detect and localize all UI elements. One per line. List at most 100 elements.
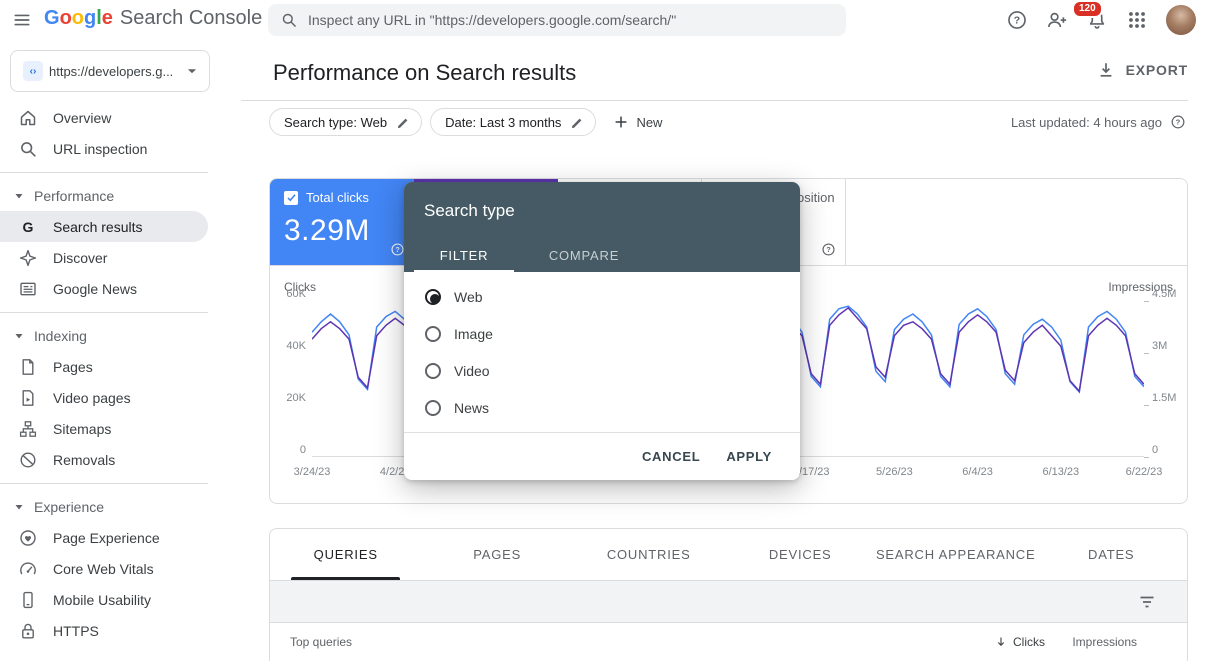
svg-text:G: G	[23, 218, 34, 234]
axis-tick-label: 3M	[1152, 339, 1188, 353]
property-icon: ‹›	[23, 61, 43, 81]
axis-tick-mark	[1144, 301, 1149, 302]
url-inspect-input[interactable]	[308, 12, 838, 28]
search-type-option-video[interactable]: Video	[404, 352, 800, 389]
apps-grid-icon	[1126, 9, 1148, 31]
search-type-option-web[interactable]: Web	[404, 278, 800, 315]
tab-countries[interactable]: COUNTRIES	[573, 529, 724, 580]
column-header-clicks[interactable]: Clicks	[994, 635, 1045, 649]
last-updated: Last updated: 4 hours ago ?	[1011, 114, 1186, 130]
hamburger-icon	[12, 10, 32, 30]
radio-unselected-icon[interactable]	[425, 363, 441, 379]
menu-button[interactable]	[8, 8, 36, 32]
person-add-icon	[1046, 9, 1068, 31]
sidebar-item-pages[interactable]: Pages	[0, 351, 208, 382]
search-type-option-news[interactable]: News	[404, 389, 800, 426]
axis-tick-label: 40K	[270, 339, 306, 353]
topbar-actions: ? 120	[1006, 0, 1196, 40]
column-header-top-queries[interactable]: Top queries	[290, 635, 994, 649]
collapse-arrow-icon	[14, 331, 24, 341]
property-selector[interactable]: ‹› https://developers.g...	[10, 50, 210, 92]
sidebar-item-core-web-vitals[interactable]: Core Web Vitals	[0, 553, 208, 584]
x-axis-tick-label: 6/13/23	[1042, 466, 1079, 478]
table-toolbar	[270, 581, 1187, 623]
metric-card-total-clicks[interactable]: Total clicks 3.29M ?	[270, 179, 414, 265]
help-icon[interactable]: ?	[821, 242, 836, 257]
divider	[241, 100, 1188, 101]
divider	[0, 483, 208, 484]
tab-dates[interactable]: DATES	[1035, 529, 1186, 580]
sidebar-item-https[interactable]: HTTPS	[0, 615, 208, 646]
date-range-chip[interactable]: Date: Last 3 months	[430, 108, 596, 136]
sidebar-item-label: Overview	[53, 110, 111, 126]
svg-text:?: ?	[1014, 16, 1020, 27]
table-filter-button[interactable]	[1137, 592, 1157, 612]
sidebar-item-label: Search results	[53, 219, 142, 235]
edit-pencil-icon	[570, 115, 585, 130]
sidebar-item-overview[interactable]: Overview	[0, 102, 208, 133]
x-axis-tick-label: 6/4/23	[962, 466, 993, 478]
help-icon[interactable]: ?	[1170, 114, 1186, 130]
sidebar-section-performance[interactable]: Performance	[0, 181, 208, 211]
dialog-tab-filter[interactable]: FILTER	[404, 238, 524, 272]
core-web-vitals-icon	[18, 559, 38, 579]
sidebar-section-experience[interactable]: Experience	[0, 492, 208, 522]
help-button[interactable]: ?	[1006, 9, 1028, 31]
sidebar-item-discover[interactable]: Discover	[0, 242, 208, 273]
new-filter-button[interactable]: New	[604, 108, 670, 136]
dialog-header: Search type FILTER COMPARE	[404, 182, 800, 272]
sidebar-item-video-pages[interactable]: Video pages	[0, 382, 208, 413]
dialog-actions: CANCEL APPLY	[404, 432, 800, 480]
page-title: Performance on Search results	[273, 60, 576, 86]
sidebar-item-label: URL inspection	[53, 141, 147, 157]
search-type-option-image[interactable]: Image	[404, 315, 800, 352]
dialog-title: Search type	[404, 182, 800, 221]
radio-unselected-icon[interactable]	[425, 400, 441, 416]
sidebar-item-removals[interactable]: Removals	[0, 444, 208, 475]
home-icon	[18, 108, 38, 128]
url-inspect-searchbar[interactable]	[268, 4, 846, 36]
tab-devices[interactable]: DEVICES	[724, 529, 875, 580]
download-icon	[1096, 60, 1116, 80]
sidebar-item-google-news[interactable]: Google News	[0, 273, 208, 304]
filter-chips-row: Search type: Web Date: Last 3 months New	[269, 108, 670, 136]
radio-unselected-icon[interactable]	[425, 326, 441, 342]
apps-grid-button[interactable]	[1126, 9, 1148, 31]
logo-product-name: Search Console	[120, 7, 262, 30]
sort-descending-icon	[994, 635, 1008, 649]
sidebar-item-sitemaps[interactable]: Sitemaps	[0, 413, 208, 444]
dialog-tab-compare[interactable]: COMPARE	[524, 238, 644, 272]
radio-selected-icon[interactable]	[425, 289, 441, 305]
cancel-button[interactable]: CANCEL	[642, 449, 700, 464]
sidebar-item-mobile-usability[interactable]: Mobile Usability	[0, 584, 208, 615]
table-header-row: Top queries Clicks Impressions	[270, 623, 1187, 661]
option-label: Web	[454, 289, 483, 305]
apply-button[interactable]: APPLY	[726, 449, 772, 464]
axis-tick-label: 60K	[270, 287, 306, 301]
sidebar-section-indexing[interactable]: Indexing	[0, 321, 208, 351]
dimensions-table-panel: QUERIESPAGESCOUNTRIESDEVICESSEARCH APPEA…	[269, 528, 1188, 661]
sidebar-item-label: Mobile Usability	[53, 592, 151, 608]
tab-search-appearance[interactable]: SEARCH APPEARANCE	[876, 529, 1036, 580]
column-header-impressions[interactable]: Impressions	[1045, 635, 1137, 649]
https-icon	[18, 621, 38, 641]
sidebar-item-url-inspection[interactable]: URL inspection	[0, 133, 208, 164]
checkbox-checked-icon[interactable]	[284, 191, 298, 205]
app-logo[interactable]: Google Search Console	[44, 7, 262, 30]
option-label: News	[454, 400, 489, 416]
tab-pages[interactable]: PAGES	[421, 529, 572, 580]
search-type-chip[interactable]: Search type: Web	[269, 108, 422, 136]
dialog-tabs: FILTER COMPARE	[404, 238, 644, 272]
add-user-button[interactable]	[1046, 9, 1068, 31]
sidebar-section-title: Experience	[34, 499, 104, 515]
search-type-dialog: Search type FILTER COMPARE Web ImageVideo…	[404, 182, 800, 480]
tab-queries[interactable]: QUERIES	[270, 529, 421, 580]
sidebar-item-page-experience[interactable]: Page Experience	[0, 522, 208, 553]
sidebar-item-search-results[interactable]: G Search results	[0, 211, 208, 242]
export-button[interactable]: EXPORT	[1096, 60, 1188, 80]
logo-google-wordmark: Google	[44, 7, 113, 30]
avatar[interactable]	[1166, 5, 1196, 35]
x-axis-tick-label: 6/22/23	[1126, 466, 1163, 478]
pages-icon	[18, 357, 38, 377]
help-icon[interactable]: ?	[390, 242, 405, 257]
